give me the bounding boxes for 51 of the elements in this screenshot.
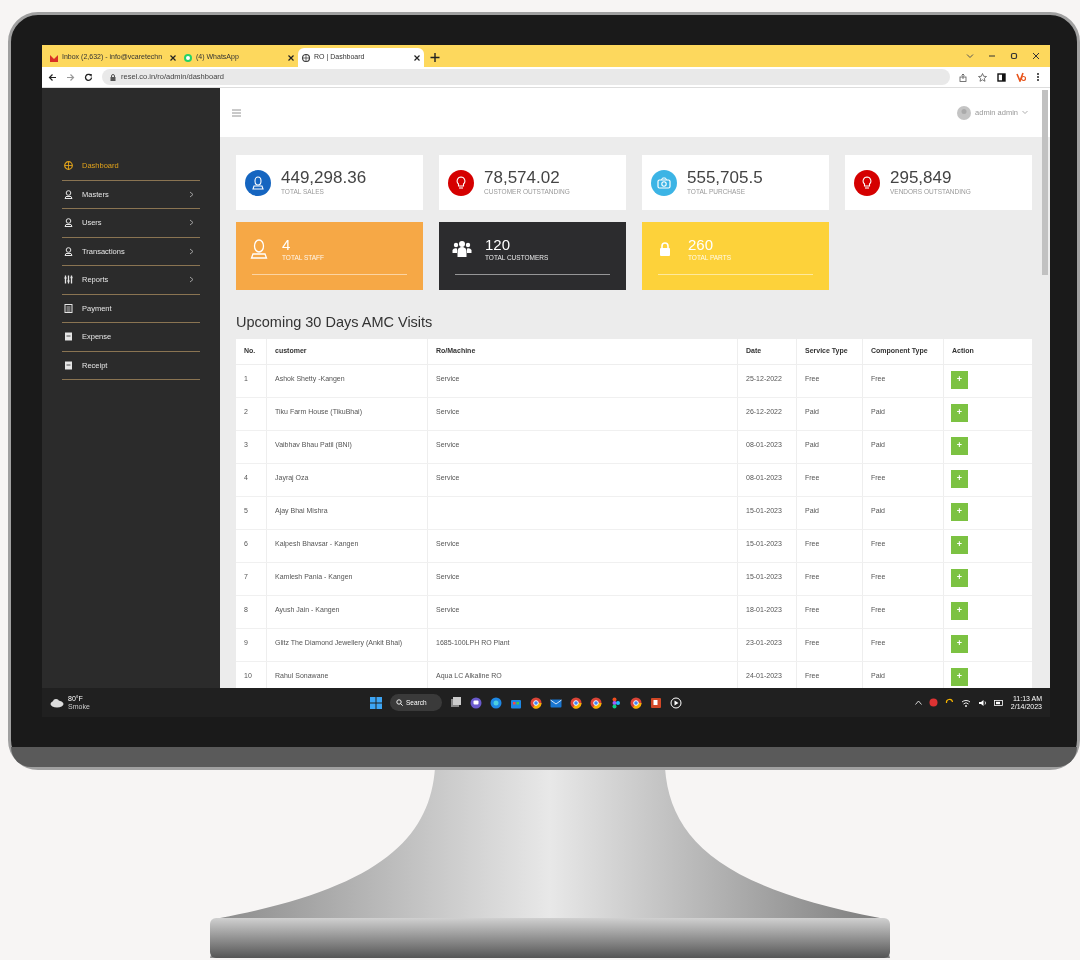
camera-icon (657, 176, 671, 189)
star-icon[interactable] (978, 72, 987, 82)
user-icon (64, 189, 73, 199)
users-icon (452, 240, 472, 259)
chrome-icon[interactable] (630, 696, 642, 709)
battery-icon[interactable] (993, 699, 1004, 706)
chrome-icon[interactable] (530, 696, 542, 709)
minimize-icon[interactable] (988, 52, 996, 60)
chrome-icon[interactable] (570, 696, 582, 709)
presentation-icon[interactable] (650, 696, 662, 709)
lock-icon (659, 242, 671, 257)
lightbulb-icon (456, 175, 466, 190)
reload-icon[interactable] (84, 72, 93, 82)
close-icon[interactable] (170, 54, 176, 61)
document-icon (64, 332, 73, 342)
user-icon (64, 218, 73, 228)
chevron-down-icon (1022, 110, 1028, 115)
back-arrow-icon[interactable] (48, 72, 57, 82)
globe-icon (64, 161, 73, 171)
section-title: Upcoming 30 Days AMC Visits (236, 313, 434, 332)
forward-arrow-icon[interactable] (66, 72, 75, 82)
lock-icon (110, 73, 116, 81)
windows-logo-icon[interactable] (370, 696, 382, 709)
document-icon (64, 360, 73, 370)
cloud-icon (50, 697, 64, 708)
mail-icon (50, 53, 58, 62)
search-icon (396, 699, 403, 706)
more-menu-icon[interactable] (1036, 72, 1040, 82)
sliders-icon (64, 275, 73, 285)
task-view-icon[interactable] (450, 696, 462, 709)
share-icon[interactable] (959, 72, 968, 82)
chrome-icon[interactable] (590, 696, 602, 709)
figma-icon[interactable] (610, 696, 622, 709)
close-icon[interactable] (414, 54, 420, 61)
calculator-icon (64, 303, 73, 313)
scrollbar-thumb[interactable] (1042, 90, 1048, 275)
play-icon[interactable] (670, 696, 682, 709)
avatar-icon (957, 105, 972, 120)
speaker-icon[interactable] (977, 698, 987, 707)
wifi-icon[interactable] (960, 698, 971, 707)
restore-icon[interactable] (1010, 52, 1018, 60)
chevron-up-icon[interactable] (914, 700, 922, 705)
user-icon (250, 239, 268, 260)
lightbulb-icon (862, 175, 872, 190)
user-icon (64, 246, 73, 256)
extension-icon[interactable] (1016, 72, 1026, 82)
globe-icon (302, 53, 310, 62)
close-icon[interactable] (288, 54, 294, 61)
side-panel-icon[interactable] (997, 72, 1006, 82)
user-icon (252, 175, 264, 190)
close-icon[interactable] (1032, 52, 1040, 60)
